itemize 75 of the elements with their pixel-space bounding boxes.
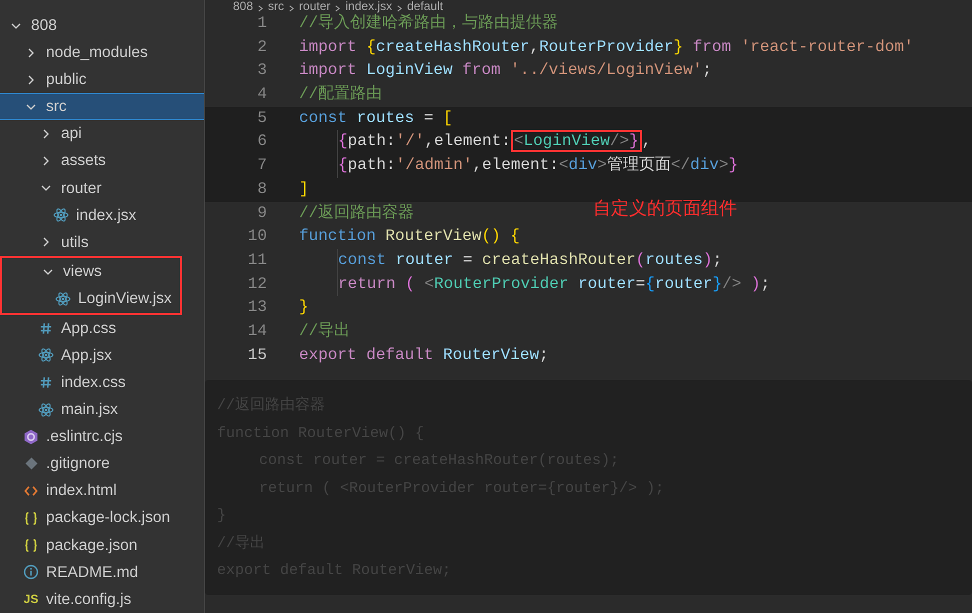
file-row[interactable]: package-lock.json (0, 504, 204, 532)
code-line: function RouterView() { (299, 226, 520, 248)
line-number: 8 (256, 178, 268, 200)
folder-row[interactable]: 808 (0, 12, 204, 40)
file-row[interactable]: LoginView.jsx (2, 285, 180, 313)
line-number: 7 (256, 155, 268, 176)
react-atom-icon (55, 291, 71, 308)
code-line: } (299, 297, 309, 318)
code-line: ] (299, 178, 309, 200)
react-atom-icon (38, 402, 54, 418)
line-number: 15 (246, 344, 268, 366)
hexagon-icon (23, 428, 39, 445)
react-atom-icon (53, 207, 69, 224)
hash-icon (40, 376, 52, 390)
code-line: import {createHashRouter,RouterProvider} from 'react-router-dom' (299, 36, 914, 58)
file-row[interactable]: index.html (0, 477, 204, 505)
code-line: export default RouterView; (299, 344, 549, 366)
file-row[interactable]: index.css (0, 369, 204, 396)
breadcrumb-item[interactable]: index.jsx (345, 0, 392, 12)
folder-row[interactable]: public (0, 66, 204, 94)
file-row[interactable]: README.md (0, 558, 204, 586)
line-number: 11 (246, 250, 268, 271)
line-number: 3 (256, 60, 268, 82)
code-line: //导出 (299, 320, 350, 342)
highlight-box: <LoginView/>} (510, 130, 642, 152)
chevron-right-icon (396, 5, 404, 12)
line-number: 1 (256, 13, 268, 34)
file-row[interactable]: .eslintrc.cjs (0, 423, 204, 450)
breadcrumb-item[interactable]: 808 (233, 0, 254, 12)
code-line: //配置路由 (299, 84, 382, 106)
breadcrumb-item[interactable]: default (407, 0, 444, 12)
chevron-right-icon (288, 5, 296, 12)
hash-icon (40, 322, 52, 335)
code-line: //返回路由容器 (299, 202, 414, 224)
file-row[interactable]: package.json (0, 532, 204, 559)
folder-row[interactable]: utils (0, 228, 204, 256)
code-line: return ( <RouterProvider router={router}/> ); (337, 272, 770, 296)
angle-brackets-icon (24, 484, 38, 498)
file-row[interactable]: main.jsx (0, 396, 204, 424)
folder-row[interactable]: assets (0, 148, 204, 175)
line-number: 9 (256, 202, 268, 224)
file-row[interactable]: JS vite.config.js (0, 586, 204, 613)
curly-braces-icon (24, 538, 38, 553)
line-number: 5 (256, 108, 268, 129)
line-number: 12 (246, 274, 268, 295)
chevron-right-icon (257, 5, 264, 12)
file-row[interactable]: App.css (0, 314, 204, 342)
breadcrumb-item[interactable]: src (268, 0, 284, 12)
line-number: 13 (246, 297, 268, 318)
js-label: JS (24, 593, 38, 606)
code-line: const routes = [ (299, 108, 453, 129)
folder-row[interactable]: router (0, 174, 204, 202)
line-number: 6 (256, 131, 268, 152)
file-row[interactable]: App.jsx (0, 342, 204, 369)
folder-row[interactable]: views (2, 258, 180, 286)
info-icon (23, 564, 39, 580)
annotation-text: 自定义的页面组件 (593, 197, 737, 220)
folder-row[interactable]: src (0, 93, 204, 120)
line-number: 4 (256, 84, 268, 106)
code-line: import LoginView from '../views/LoginView'; (299, 60, 712, 82)
react-atom-icon (38, 347, 54, 364)
code-line: const router = createHashRouter(routes); (337, 248, 722, 273)
folder-row[interactable]: node_modules (0, 39, 204, 66)
curly-braces-icon (24, 510, 38, 526)
code-line: } (217, 506, 228, 526)
code-line: //导入创建哈希路由，与路由提供器 (299, 12, 558, 34)
file-row[interactable]: index.jsx (0, 202, 204, 229)
diamond-icon (24, 456, 38, 472)
breadcrumb-item[interactable]: router (299, 0, 330, 12)
chevron-right-icon (334, 5, 342, 12)
folder-row[interactable]: api (0, 120, 204, 148)
file-row[interactable]: .gitignore (0, 450, 204, 478)
line-number: 10 (246, 226, 268, 248)
line-number: 14 (246, 320, 268, 342)
line-number: 2 (256, 36, 268, 58)
